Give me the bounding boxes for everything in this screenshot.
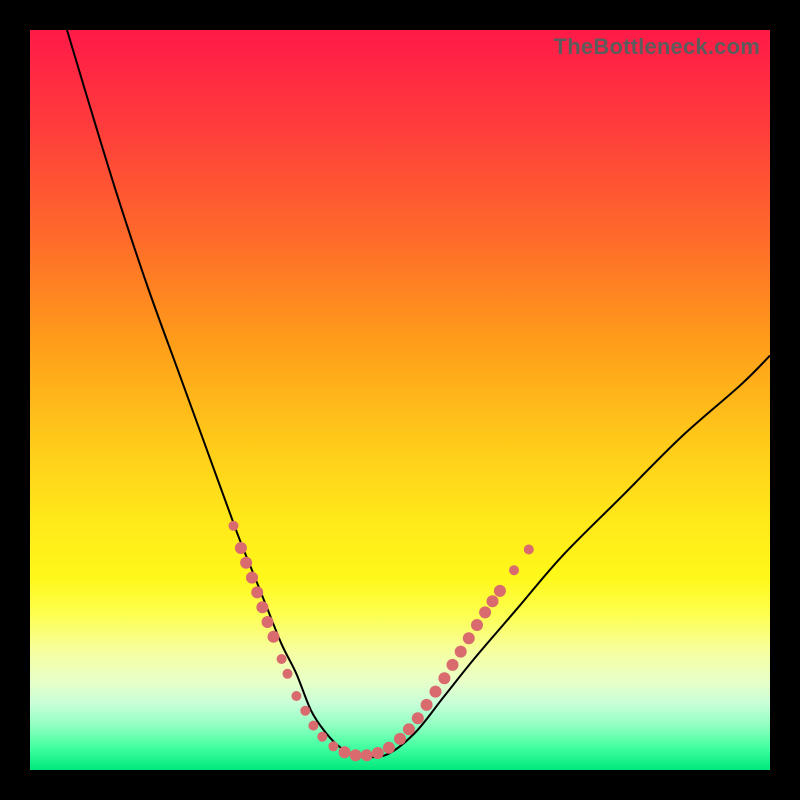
curve-marker — [229, 521, 239, 531]
curve-marker — [421, 699, 433, 711]
chart-plot-area: TheBottleneck.com — [30, 30, 770, 770]
curve-marker — [240, 557, 252, 569]
curve-marker — [268, 631, 280, 643]
curve-marker — [455, 646, 467, 658]
curve-marker — [308, 721, 318, 731]
curve-marker — [339, 746, 351, 758]
curve-marker — [412, 712, 424, 724]
curve-marker — [350, 749, 362, 761]
curve-marker — [487, 595, 499, 607]
bottleneck-curve — [67, 30, 770, 757]
curve-marker — [372, 747, 384, 759]
curve-marker — [394, 733, 406, 745]
curve-marker — [430, 686, 442, 698]
curve-marker — [283, 669, 293, 679]
curve-marker — [438, 672, 450, 684]
curve-marker — [509, 565, 519, 575]
curve-marker — [251, 586, 263, 598]
curve-marker — [256, 601, 268, 613]
curve-marker — [328, 741, 338, 751]
chart-svg — [30, 30, 770, 770]
curve-marker — [262, 616, 274, 628]
curve-marker — [494, 585, 506, 597]
curve-marker — [479, 606, 491, 618]
curve-marker — [235, 542, 247, 554]
curve-marker — [524, 545, 534, 555]
curve-marker — [317, 732, 327, 742]
curve-marker — [361, 749, 373, 761]
curve-marker — [291, 691, 301, 701]
curve-marker — [463, 632, 475, 644]
curve-marker — [383, 742, 395, 754]
curve-marker — [246, 572, 258, 584]
curve-marker — [471, 619, 483, 631]
curve-marker — [447, 659, 459, 671]
curve-marker — [403, 723, 415, 735]
curve-marker — [300, 706, 310, 716]
curve-marker — [277, 654, 287, 664]
